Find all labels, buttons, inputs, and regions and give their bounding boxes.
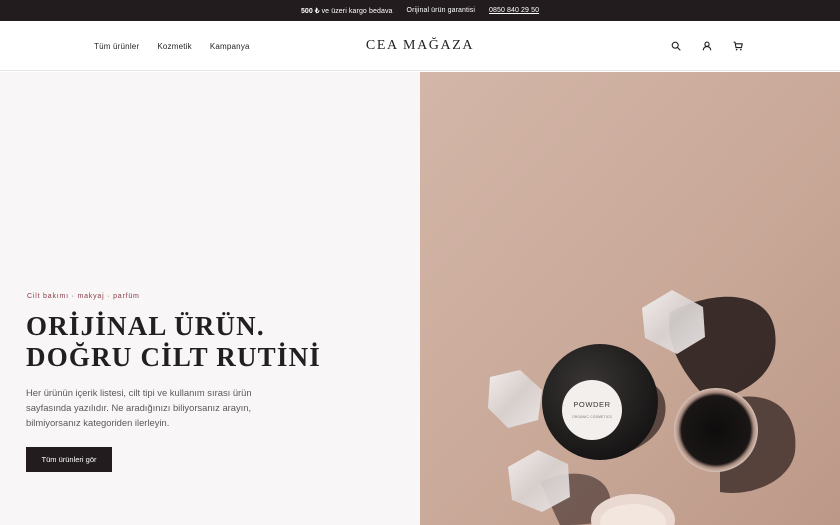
hero-headline: ORİJİNAL ÜRÜN. DOĞRU CİLT RUTİNİ bbox=[26, 311, 321, 373]
all-products-button[interactable]: Tüm ürünleri gör bbox=[26, 447, 112, 472]
nav-campaign[interactable]: Kampanya bbox=[210, 42, 250, 51]
nav-cosmetics[interactable]: Kozmetik bbox=[157, 42, 192, 51]
hero-headline-line-1: ORİJİNAL ÜRÜN. bbox=[26, 311, 265, 341]
site-header: Tüm ürünler Kozmetik Kampanya CEA MAĞAZA bbox=[0, 21, 840, 71]
product-photo: POWDER ORGANIC COSMETICS bbox=[420, 72, 840, 525]
main-nav: Tüm ürünler Kozmetik Kampanya bbox=[94, 21, 268, 71]
nav-all-products[interactable]: Tüm ürünler bbox=[94, 42, 139, 51]
phone-link[interactable]: 0850 840 29 50 bbox=[489, 7, 539, 14]
shipping-text: ve üzeri kargo bedava bbox=[321, 7, 393, 15]
cart-icon[interactable] bbox=[732, 40, 744, 52]
hero-headline-line-2: DOĞRU CİLT RUTİNİ bbox=[26, 342, 321, 372]
open-jar bbox=[674, 388, 758, 472]
hero-description: Her ürünün içerik listesi, cilt tipi ve … bbox=[26, 387, 252, 428]
site-logo[interactable]: CEA MAĞAZA bbox=[366, 38, 474, 54]
guarantee-note: Orijinal ürün garantisi bbox=[406, 7, 475, 14]
powder-jar-label bbox=[562, 380, 622, 440]
jar-sublabel-text: ORGANIC COSMETICS bbox=[572, 415, 612, 419]
hero-image: POWDER ORGANIC COSMETICS bbox=[420, 72, 840, 525]
search-icon[interactable] bbox=[670, 40, 682, 52]
shipping-threshold: 500 ₺ bbox=[300, 7, 320, 15]
user-icon[interactable] bbox=[701, 40, 713, 52]
announcement-bar: 500 ₺ ve üzeri kargo bedava Orijinal ürü… bbox=[0, 0, 840, 21]
hero-text-panel: Cilt bakımı · makyaj · parfüm ORİJİNAL Ü… bbox=[0, 72, 420, 525]
free-shipping-note: 500 ₺ ve üzeri kargo bedava bbox=[301, 7, 393, 15]
hero-eyebrow: Cilt bakımı · makyaj · parfüm bbox=[27, 293, 140, 300]
jar-label-text: POWDER bbox=[573, 400, 610, 409]
header-actions bbox=[651, 21, 744, 71]
